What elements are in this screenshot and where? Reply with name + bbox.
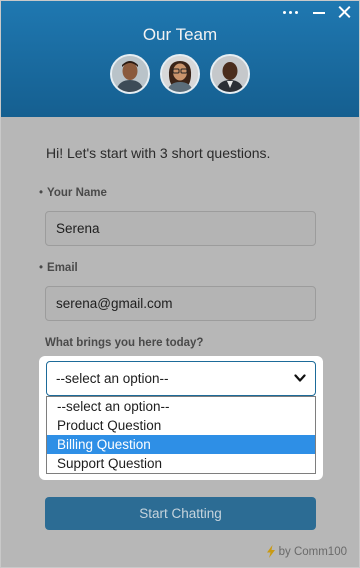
powered-by[interactable]: by Comm100: [266, 545, 347, 558]
email-label-text: Email: [47, 262, 78, 274]
topic-label: What brings you here today?: [45, 337, 204, 349]
avatar: [160, 54, 200, 94]
person-icon: [212, 56, 248, 92]
powered-by-text: by Comm100: [278, 545, 347, 558]
team-avatars: [1, 54, 359, 94]
topic-select[interactable]: --select an option--: [46, 361, 316, 396]
more-icon[interactable]: [283, 3, 301, 21]
name-field[interactable]: Serena: [45, 211, 316, 246]
widget-header: Our Team: [1, 1, 359, 117]
person-icon: [162, 56, 198, 92]
topic-select-panel: --select an option-- --select an option-…: [39, 356, 323, 480]
topic-option[interactable]: Support Question: [47, 454, 315, 473]
avatar: [110, 54, 150, 94]
greeting-text: Hi! Let's start with 3 short questions.: [46, 145, 271, 161]
email-field[interactable]: serena@gmail.com: [45, 286, 316, 321]
required-marker: •: [39, 187, 44, 199]
email-label: • Email: [39, 262, 78, 274]
minimize-icon[interactable]: [313, 3, 327, 21]
required-marker: •: [39, 262, 44, 274]
chat-widget: Our Team Hi! Let's start with 3 short qu…: [0, 0, 360, 568]
topic-option[interactable]: --select an option--: [47, 397, 315, 416]
avatar: [210, 54, 250, 94]
name-label-text: Your Name: [47, 187, 107, 199]
topic-option[interactable]: Product Question: [47, 416, 315, 435]
topic-options-list: --select an option-- Product Question Bi…: [46, 396, 316, 474]
form-area: Hi! Let's start with 3 short questions. …: [1, 117, 359, 567]
header-title: Our Team: [142, 25, 218, 44]
person-icon: [112, 56, 148, 92]
chevron-down-icon: [294, 374, 306, 382]
topic-select-value: --select an option--: [56, 371, 169, 386]
bolt-icon: [266, 545, 275, 558]
close-icon[interactable]: [336, 3, 352, 21]
name-label: • Your Name: [39, 187, 107, 199]
topic-option-highlighted[interactable]: Billing Question: [47, 435, 315, 454]
start-chatting-button[interactable]: Start Chatting: [45, 497, 316, 530]
